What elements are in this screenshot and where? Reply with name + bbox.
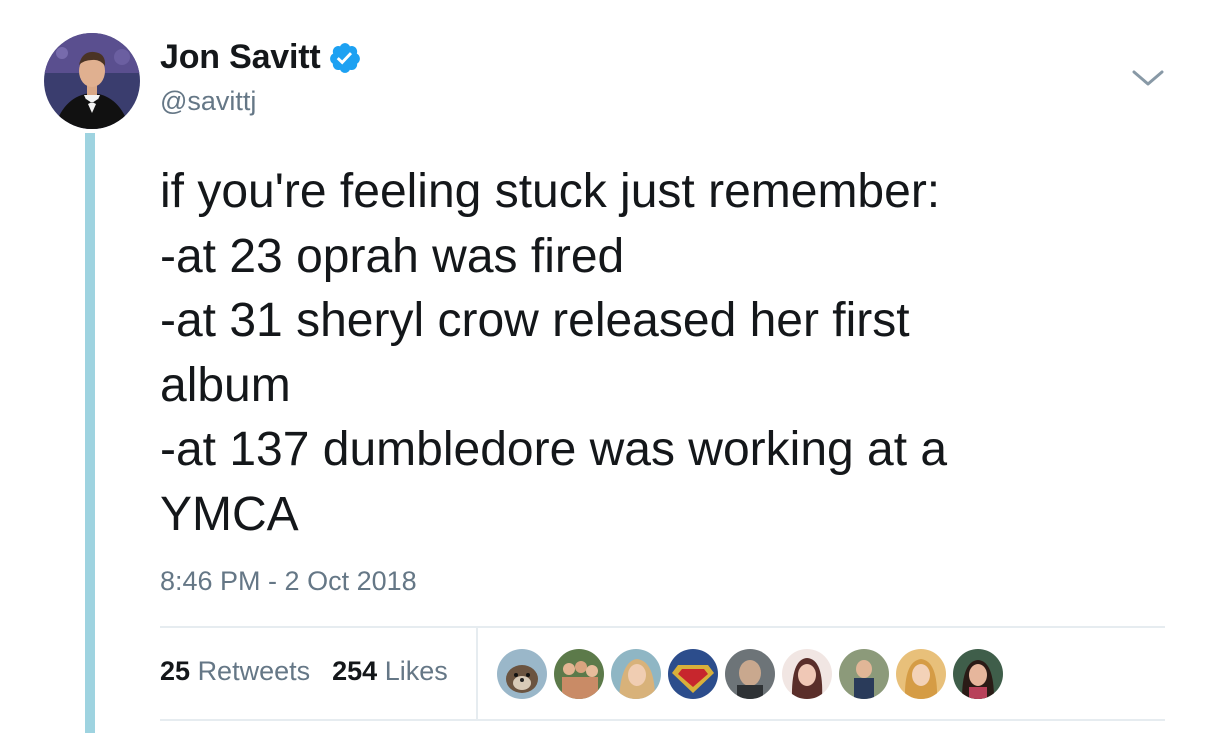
tweet-line: album: [160, 358, 291, 412]
group-avatar-icon: [554, 649, 604, 699]
stats-separator: [476, 628, 478, 719]
tweet-text: if you're feeling stuck just remember: -…: [160, 160, 1170, 547]
profile-photo-icon: [44, 33, 140, 129]
liker-avatar[interactable]: [725, 649, 775, 699]
tweet-line: -at 31 sheryl crow released her first: [160, 294, 910, 347]
tweet-line: -at 137 dumbledore was working at a: [160, 423, 948, 476]
liker-avatar[interactable]: [497, 649, 547, 699]
liker-avatar[interactable]: [896, 649, 946, 699]
verified-badge-icon: [330, 42, 361, 73]
superman-avatar-icon: [668, 649, 718, 699]
liker-avatar[interactable]: [611, 649, 661, 699]
author-avatar[interactable]: [44, 33, 140, 129]
person-avatar-icon: [725, 649, 775, 699]
retweets-label: Retweets: [197, 656, 311, 686]
tweet-line: YMCA: [160, 487, 299, 541]
liker-avatar[interactable]: [839, 649, 889, 699]
likers-avatars: [497, 649, 1010, 699]
author-display-name[interactable]: Jon Savitt: [160, 38, 321, 77]
person-avatar-icon: [611, 649, 661, 699]
chevron-down-icon[interactable]: [1130, 66, 1166, 90]
tweet-line: if you're feeling stuck just remember:: [160, 165, 941, 218]
retweets-stat[interactable]: 25 Retweets: [160, 656, 310, 687]
author-handle[interactable]: @savittj: [160, 86, 256, 117]
person-avatar-icon: [953, 649, 1003, 699]
retweets-count: 25: [160, 656, 191, 686]
person-avatar-icon: [782, 649, 832, 699]
divider: [160, 626, 1165, 628]
likes-label: Likes: [384, 656, 448, 686]
liker-avatar[interactable]: [953, 649, 1003, 699]
person-avatar-icon: [839, 649, 889, 699]
liker-avatar[interactable]: [554, 649, 604, 699]
liker-avatar[interactable]: [668, 649, 718, 699]
person-avatar-icon: [896, 649, 946, 699]
tweet-line: -at 23 oprah was fired: [160, 229, 625, 283]
divider: [160, 719, 1165, 721]
likes-count: 254: [332, 656, 378, 686]
tweet-stats: 25 Retweets 254 Likes: [160, 656, 470, 687]
otter-avatar-icon: [497, 649, 547, 699]
liker-avatar[interactable]: [782, 649, 832, 699]
thread-line: [85, 133, 95, 733]
likes-stat[interactable]: 254 Likes: [332, 656, 448, 687]
author-name-row[interactable]: Jon Savitt: [160, 38, 362, 77]
tweet-timestamp[interactable]: 8:46 PM - 2 Oct 2018: [160, 566, 417, 597]
